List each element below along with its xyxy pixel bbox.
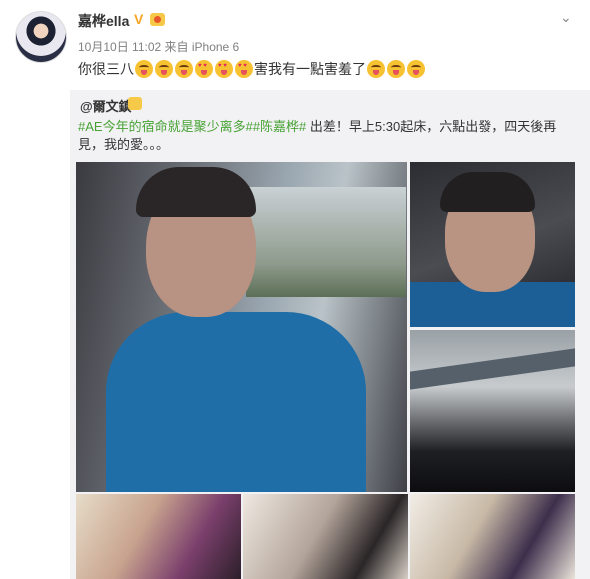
hashtag-link[interactable]: #AE今年的宿命就是聚少离多# <box>78 119 253 134</box>
repost-text: #AE今年的宿命就是聚少离多##陈嘉桦# 出差！早上5:30起床，六點出發，四天… <box>78 118 576 154</box>
verified-badge-icon: V <box>134 11 144 27</box>
car-window-image <box>246 187 406 297</box>
hair-image <box>136 167 256 217</box>
author-avatar[interactable] <box>15 11 67 63</box>
photo-top-right[interactable] <box>410 162 575 327</box>
hashtag-link[interactable]: #陈嘉桦# <box>253 119 306 134</box>
photo-bottom-1[interactable] <box>76 494 241 579</box>
photo-bottom-2[interactable] <box>243 494 408 579</box>
hair-image <box>440 172 535 212</box>
overpass-image <box>410 348 575 390</box>
tongue-emoji <box>367 60 385 78</box>
tongue-emoji <box>155 60 173 78</box>
repost-author[interactable]: @爾文鎮 <box>80 96 132 115</box>
group-icon <box>150 13 165 26</box>
chevron-down-icon[interactable]: ⌄ <box>560 9 572 26</box>
post-source: 来自 iPhone 6 <box>164 40 240 54</box>
author-name[interactable]: 嘉桦ella <box>78 11 129 31</box>
tongue-emoji <box>407 60 425 78</box>
heart-eyes-emoji <box>215 60 233 78</box>
group-icon <box>128 97 142 110</box>
reposted-post: @爾文鎮 #AE今年的宿命就是聚少离多##陈嘉桦# 出差！早上5:30起床，六點… <box>70 90 590 579</box>
heart-eyes-emoji <box>235 60 253 78</box>
post-text: 你很三八 害我有一點害羞了 <box>78 59 426 79</box>
post-timestamp[interactable]: 10月10日 11:02 <box>78 40 161 54</box>
tongue-emoji <box>175 60 193 78</box>
photo-main[interactable] <box>76 162 407 492</box>
post-text-part: 你很三八 <box>78 61 134 77</box>
photo-bottom-3[interactable] <box>410 494 575 579</box>
heart-eyes-emoji <box>195 60 213 78</box>
photo-highway[interactable] <box>410 330 575 492</box>
post-text-part: 害我有一點害羞了 <box>254 61 366 77</box>
tongue-emoji <box>135 60 153 78</box>
post-meta: 10月10日 11:02 来自 iPhone 6 <box>78 38 239 55</box>
blue-sweater-image <box>106 312 366 492</box>
tongue-emoji <box>387 60 405 78</box>
